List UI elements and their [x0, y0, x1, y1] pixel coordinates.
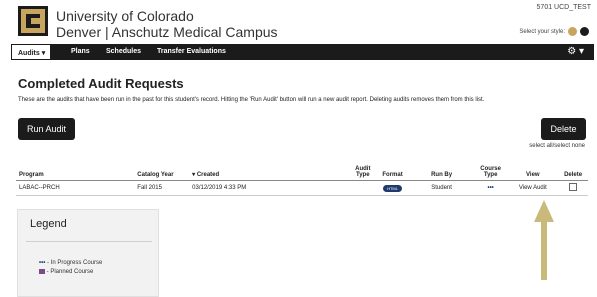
gold-style-swatch[interactable]	[568, 27, 577, 36]
nav-audits-label: Audits ▾	[18, 50, 46, 57]
col-run-by[interactable]: Run By	[409, 156, 474, 181]
style-selector: Select your style:	[519, 27, 589, 36]
in-progress-icon: •••	[487, 185, 494, 191]
user-id: 5701 UCD_TEST	[536, 4, 591, 11]
col-format[interactable]: Format	[375, 156, 410, 181]
col-delete: Delete	[558, 156, 588, 181]
university-name: University of Colorado	[56, 8, 194, 24]
planned-course-icon	[39, 269, 45, 274]
cell-audit-type	[349, 180, 376, 196]
cu-logo	[18, 6, 48, 36]
main-nav: Audits ▾ Plans Schedules Transfer Evalua…	[11, 44, 594, 60]
col-catalog-year[interactable]: Catalog Year	[134, 156, 190, 181]
table-row: LABAC--PRCH Fall 2015 03/12/2019 4:33 PM…	[16, 180, 588, 196]
col-audit-type[interactable]: Audit Type	[349, 156, 376, 181]
table-header-row: Program Catalog Year ▾ Created Audit Typ…	[16, 156, 588, 181]
col-view: View	[507, 156, 559, 181]
select-all-link[interactable]: select all/select none	[529, 143, 585, 149]
audits-table: Program Catalog Year ▾ Created Audit Typ…	[16, 156, 588, 196]
nav-audits[interactable]: Audits ▾	[11, 44, 51, 60]
delete-button[interactable]: Delete	[541, 118, 586, 140]
legend-planned-label: - Planned Course	[46, 269, 94, 276]
cell-program: LABAC--PRCH	[16, 180, 135, 196]
page-description: These are the audits that have been run …	[18, 97, 485, 103]
cell-delete	[558, 180, 588, 196]
black-style-swatch[interactable]	[580, 27, 589, 36]
cell-catalog-year: Fall 2015	[134, 180, 190, 196]
nav-schedules[interactable]: Schedules	[106, 48, 141, 55]
up-arrow-icon	[534, 200, 554, 280]
header: University of Colorado Denver | Anschutz…	[0, 0, 597, 44]
campus-name: Denver | Anschutz Medical Campus	[56, 24, 278, 40]
cell-created: 03/12/2019 4:33 PM	[189, 180, 350, 196]
col-program[interactable]: Program	[16, 156, 135, 181]
legend-divider	[26, 241, 152, 242]
legend-title: Legend	[30, 218, 67, 230]
legend-in-progress-label: - In Progress Course	[46, 260, 103, 266]
col-course-type[interactable]: Course Type	[473, 156, 508, 181]
legend-in-progress: ••• - In Progress Course	[39, 260, 102, 266]
cell-run-by: Student	[409, 180, 474, 196]
legend-panel: Legend ••• - In Progress Course - Planne…	[17, 209, 159, 297]
legend-planned: - Planned Course	[39, 269, 93, 275]
gear-icon[interactable]: ⚙ ▾	[567, 46, 584, 57]
delete-checkbox[interactable]	[569, 183, 578, 191]
run-audit-button[interactable]: Run Audit	[18, 118, 75, 140]
in-progress-icon: •••	[39, 260, 46, 266]
html-format-badge[interactable]: HTML	[383, 184, 402, 192]
col-created[interactable]: ▾ Created	[189, 156, 350, 181]
page-title: Completed Audit Requests	[18, 76, 184, 91]
nav-transfer-evaluations[interactable]: Transfer Evaluations	[157, 48, 226, 55]
cell-course-type: •••	[473, 180, 508, 196]
cell-view: View Audit	[507, 180, 559, 196]
style-label: Select your style:	[519, 28, 565, 35]
cell-format: HTML	[375, 180, 410, 196]
view-audit-link[interactable]: View Audit	[519, 185, 547, 191]
nav-plans[interactable]: Plans	[71, 48, 90, 55]
